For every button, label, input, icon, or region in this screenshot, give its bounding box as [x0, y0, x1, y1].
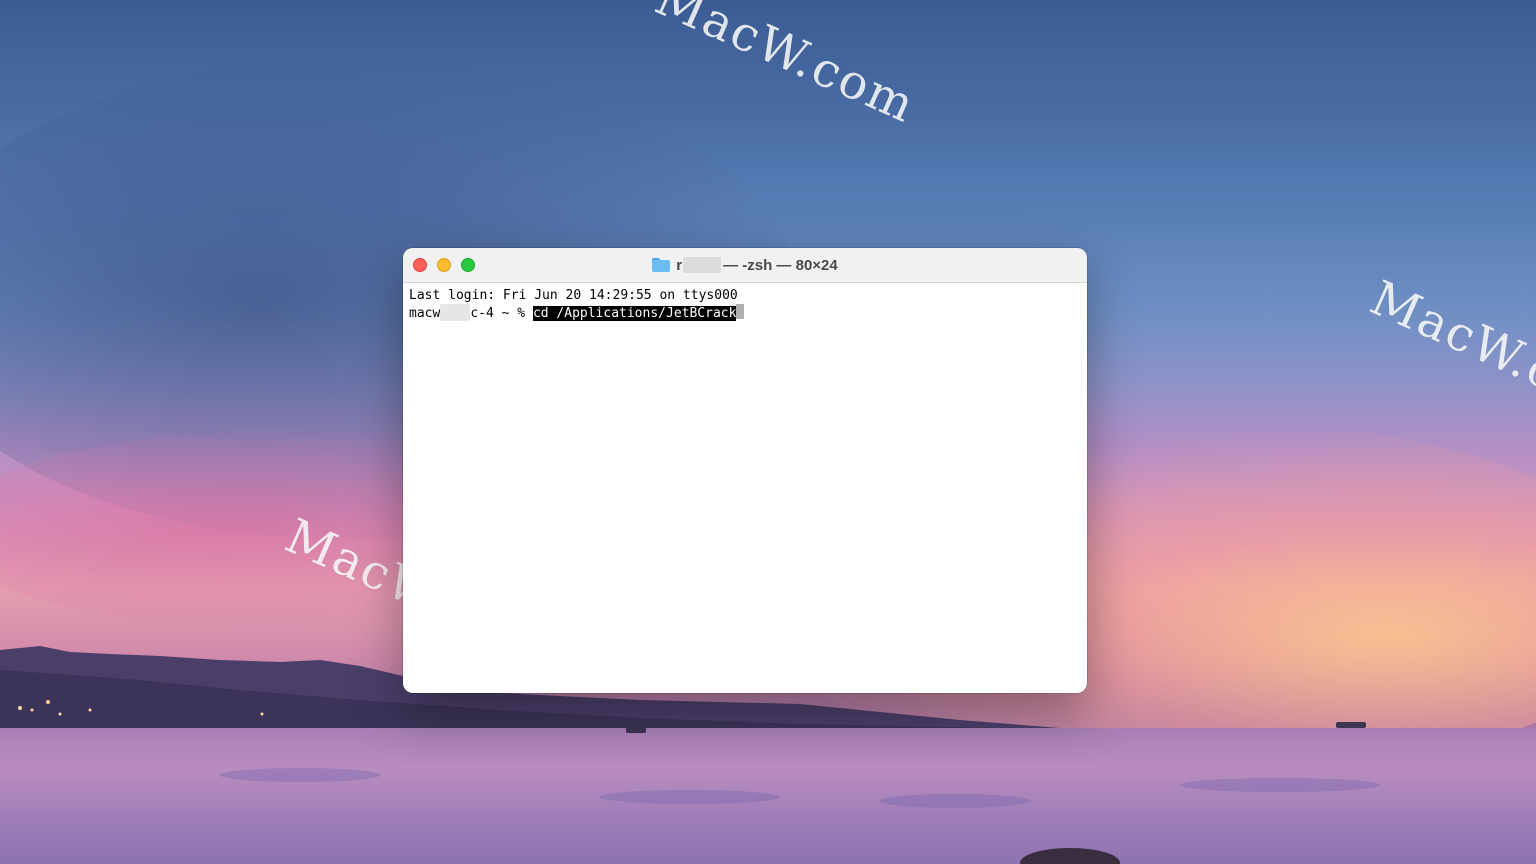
watermark: MacW.com: [1362, 270, 1536, 435]
text-cursor: [736, 304, 745, 319]
window-title: r — -zsh — 80×24: [403, 248, 1087, 282]
terminal-titlebar[interactable]: r — -zsh — 80×24: [403, 248, 1087, 283]
command-text[interactable]: cd /Applications/JetBCrack: [532, 306, 737, 321]
redacted-username: [683, 257, 722, 273]
wallpaper-sea: [0, 728, 1536, 864]
desktop-wallpaper: MacW.com MacW.com MacW.com r — -zsh — 80…: [0, 0, 1536, 864]
terminal-line: Last login: Fri Jun 20 14:29:55 on ttys0…: [409, 288, 738, 303]
boat: [626, 727, 646, 733]
title-prefix: r: [676, 256, 683, 274]
prompt-host: c-4 ~ %: [470, 306, 533, 321]
title-suffix: — -zsh — 80×24: [723, 256, 838, 274]
terminal-content[interactable]: Last login: Fri Jun 20 14:29:55 on ttys0…: [403, 283, 1087, 326]
folder-icon: [652, 258, 671, 272]
prompt-user: macw: [409, 306, 441, 321]
ship: [1336, 722, 1366, 728]
terminal-window[interactable]: r — -zsh — 80×24 Last login: Fri Jun 20 …: [403, 248, 1087, 693]
watermark: MacW.com: [647, 0, 925, 135]
redacted-hostname: [440, 304, 471, 321]
prompt-line: macw c-4 ~ % cd /Applications/JetBCrack: [409, 304, 1081, 322]
